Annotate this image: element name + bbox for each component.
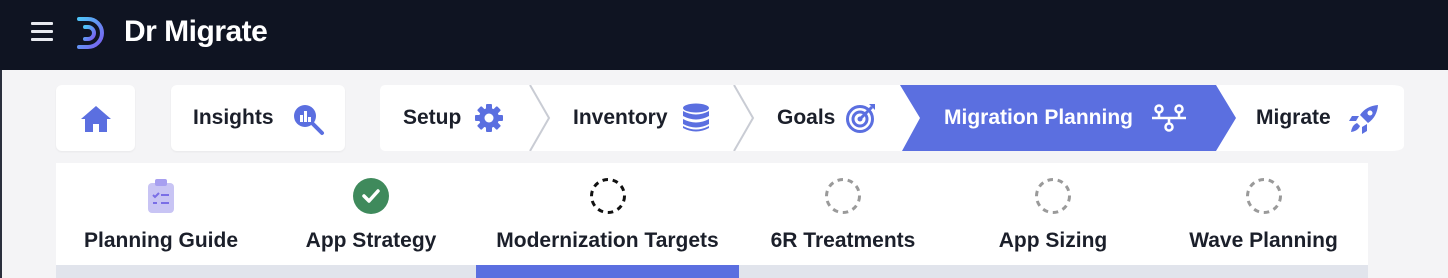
current-step-icon: [589, 178, 626, 214]
nav-setup[interactable]: Setup: [380, 85, 530, 151]
nav-migration-planning-label: Migration Planning: [944, 106, 1133, 129]
network-icon: [1152, 104, 1186, 132]
top-bar: Dr Migrate: [0, 0, 1448, 70]
pending-step-icon: [825, 178, 861, 214]
step-label: Wave Planning: [1189, 229, 1338, 252]
clipboard-icon: [148, 179, 174, 213]
step-label: App Sizing: [998, 229, 1108, 252]
check-circle-icon: [353, 178, 389, 214]
step-app-strategy[interactable]: App Strategy: [266, 163, 476, 265]
app-title: Dr Migrate: [124, 15, 268, 48]
active-step-indicator: [476, 265, 739, 278]
step-app-sizing[interactable]: App Sizing: [947, 163, 1159, 265]
nav-goals[interactable]: Goals: [754, 85, 900, 151]
gear-icon: [475, 104, 503, 132]
step-label: Planning Guide: [83, 229, 239, 252]
nav-insights-label: Insights: [193, 106, 274, 129]
magnifier-chart-icon: [294, 105, 324, 135]
nav-migrate[interactable]: Migrate: [1236, 85, 1404, 151]
step-label: Modernization Targets: [496, 229, 719, 252]
nav-goals-label: Goals: [777, 106, 836, 129]
pending-step-icon: [1245, 178, 1282, 214]
nav-migrate-label: Migrate: [1256, 106, 1331, 129]
step-label: App Strategy: [305, 229, 437, 252]
hamburger-menu-icon[interactable]: [31, 22, 53, 42]
home-button[interactable]: [56, 85, 135, 151]
nav-migration-planning[interactable]: Migration Planning: [922, 85, 1216, 151]
step-label: 6R Treatments: [770, 229, 916, 252]
home-icon: [81, 106, 111, 132]
nav-inventory-label: Inventory: [573, 106, 668, 129]
planning-stepper: Planning Guide App Strategy Modernizatio…: [56, 163, 1368, 265]
window-edge: [0, 70, 2, 278]
pending-step-icon: [1035, 178, 1071, 214]
step-wave-planning[interactable]: Wave Planning: [1159, 163, 1368, 265]
dr-migrate-logo-icon: [77, 17, 104, 49]
step-modernization-targets[interactable]: Modernization Targets: [476, 163, 739, 265]
database-icon: [683, 103, 709, 132]
rocket-icon: [1349, 105, 1378, 134]
target-icon: [846, 104, 875, 133]
nav-insights[interactable]: Insights: [171, 85, 345, 151]
nav-inventory[interactable]: Inventory: [550, 85, 734, 151]
step-planning-guide[interactable]: Planning Guide: [56, 163, 266, 265]
step-6r-treatments[interactable]: 6R Treatments: [739, 163, 947, 265]
nav-setup-label: Setup: [403, 106, 462, 129]
